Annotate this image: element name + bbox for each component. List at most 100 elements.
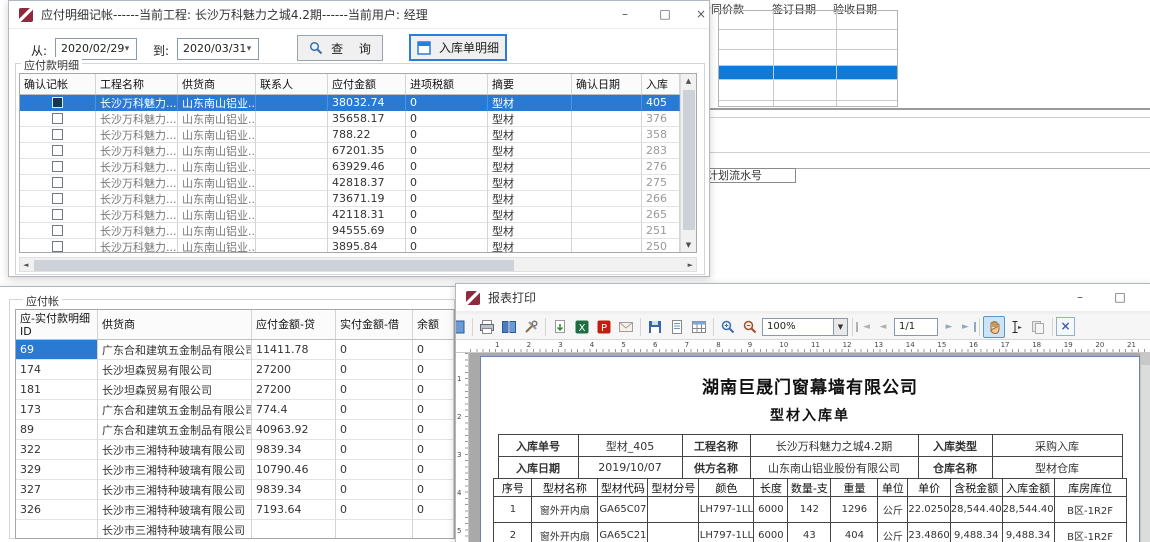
scroll-up-icon[interactable]: ▲ xyxy=(681,77,696,85)
ruler-number: 5 xyxy=(457,527,461,535)
table-row[interactable] xyxy=(719,11,897,30)
confirm-checkbox[interactable] xyxy=(52,113,63,124)
chevron-down-icon[interactable]: ▾ xyxy=(242,39,256,59)
grid-line xyxy=(773,11,774,106)
table-row[interactable]: 长沙市三湘特种玻璃有限公司 xyxy=(16,520,454,539)
table-row[interactable]: 长沙万科魅力...山东南山铝业...3895.840型材250 xyxy=(20,239,680,253)
table-row[interactable]: 长沙万科魅力...山东南山铝业...788.220型材358 xyxy=(20,127,680,143)
horizontal-scrollbar[interactable]: ◄ ► xyxy=(19,257,697,272)
print-icon[interactable] xyxy=(476,316,498,338)
query-button[interactable]: 查 询 xyxy=(297,35,383,61)
table-row[interactable]: 181长沙坦森贸易有限公司2720000 xyxy=(16,380,454,400)
export-icon[interactable] xyxy=(549,316,571,338)
confirm-checkbox[interactable] xyxy=(52,225,63,236)
confirm-checkbox[interactable] xyxy=(52,161,63,172)
table-row[interactable]: 322长沙市三湘特种玻璃有限公司9839.3400 xyxy=(16,440,454,460)
book-icon[interactable] xyxy=(498,316,520,338)
table-row-selected[interactable] xyxy=(719,66,897,80)
tax-cell: 0 xyxy=(406,191,488,207)
next-page-button[interactable]: ► xyxy=(940,322,958,332)
credit-cell: 9839.34 xyxy=(252,480,336,500)
close-button[interactable]: × xyxy=(1142,284,1150,312)
info-value: 型材仓库 xyxy=(992,457,1122,479)
maximize-button[interactable]: □ xyxy=(649,1,681,29)
column-header: 应付金额-贷 xyxy=(252,310,336,340)
scroll-down-icon[interactable]: ▼ xyxy=(681,241,696,249)
minimize-button[interactable]: – xyxy=(1064,284,1096,312)
table-row[interactable]: 326长沙市三湘特种玻璃有限公司7193.6400 xyxy=(16,500,454,520)
titlebar[interactable]: 报表打印 – □ × xyxy=(456,284,1150,312)
prev-page-button[interactable]: ◄ xyxy=(874,322,892,332)
scroll-left-icon[interactable]: ◄ xyxy=(23,261,28,269)
document-icon[interactable] xyxy=(666,316,688,338)
report-cell: 9,488.34 xyxy=(1002,523,1054,542)
table-row[interactable]: 长沙万科魅力...山东南山铝业...42818.370型材275 xyxy=(20,175,680,191)
contact-cell xyxy=(256,111,328,127)
ruler-number: 21 xyxy=(1127,341,1136,349)
preview-area[interactable]: 12345 湖南巨晟门窗幕墙有限公司 型材入库单 入库单号型材_405工程名称长… xyxy=(456,353,1150,542)
mail-export-icon[interactable] xyxy=(615,316,637,338)
report-cell: 9,488.34 xyxy=(950,523,1002,542)
hand-tool-button[interactable] xyxy=(983,316,1005,338)
close-button[interactable]: × xyxy=(685,1,717,29)
table-row[interactable]: 长沙万科魅力...山东南山铝业...42118.310型材265 xyxy=(20,207,680,223)
scrollbar-thumb[interactable] xyxy=(683,90,695,230)
table-row[interactable]: 长沙万科魅力...山东南山铝业...38032.740型材405 xyxy=(20,95,680,111)
table-row[interactable]: 长沙万科魅力...山东南山铝业...35658.170型材376 xyxy=(20,111,680,127)
report-cell: B区-1R2F xyxy=(1054,497,1126,523)
zoom-out-icon[interactable] xyxy=(739,316,761,338)
payable-grid-body: 长沙万科魅力...山东南山铝业...38032.740型材405长沙万科魅力..… xyxy=(20,95,696,253)
close-preview-button[interactable]: × xyxy=(1056,317,1075,336)
table-row[interactable] xyxy=(719,80,897,101)
page-number-box[interactable]: 1/1 xyxy=(894,318,938,336)
table-row[interactable]: 长沙万科魅力...山东南山铝业...63929.460型材276 xyxy=(20,159,680,175)
copy-pages-button[interactable] xyxy=(1027,316,1049,338)
grid-view-icon[interactable] xyxy=(688,316,710,338)
first-page-button[interactable]: ◄ xyxy=(856,322,874,332)
confirm-checkbox[interactable] xyxy=(52,97,63,108)
scrollbar-thumb[interactable] xyxy=(34,260,514,271)
scroll-right-icon[interactable]: ► xyxy=(688,261,693,269)
table-row[interactable] xyxy=(719,30,897,50)
text-select-tool-button[interactable] xyxy=(1005,316,1027,338)
chevron-down-icon[interactable]: ▾ xyxy=(120,39,134,59)
titlebar[interactable]: 应付明细记帐------当前工程: 长沙万科魅力之城4.2期------当前用户… xyxy=(9,1,709,29)
table-row[interactable]: 长沙万科魅力...山东南山铝业...94555.690型材251 xyxy=(20,223,680,239)
zoom-level-select[interactable]: 100% ▼ xyxy=(762,318,848,336)
dropdown-arrow-icon[interactable]: ▼ xyxy=(833,318,848,336)
table-row[interactable] xyxy=(719,50,897,66)
table-row[interactable]: 长沙万科魅力...山东南山铝业...67201.350型材283 xyxy=(20,143,680,159)
table-row[interactable]: 329长沙市三湘特种玻璃有限公司10790.4600 xyxy=(16,460,454,480)
confirm-checkbox[interactable] xyxy=(52,241,63,252)
vertical-scrollbar[interactable]: ▲ ▼ xyxy=(680,74,696,252)
design-icon[interactable] xyxy=(456,316,469,338)
preview-scrollbar[interactable] xyxy=(1140,353,1150,542)
save-icon[interactable] xyxy=(644,316,666,338)
table-row[interactable]: 327长沙市三湘特种玻璃有限公司9839.3400 xyxy=(16,480,454,500)
confirm-checkbox[interactable] xyxy=(52,145,63,156)
to-date-combo[interactable]: 2020/03/31 ▾ xyxy=(177,38,259,60)
minimize-button[interactable]: – xyxy=(609,1,641,29)
confirm-checkbox[interactable] xyxy=(52,129,63,140)
page-setup-icon[interactable] xyxy=(520,316,542,338)
table-row[interactable]: 长沙万科魅力...山东南山铝业...73671.190型材266 xyxy=(20,191,680,207)
report-main-head: 序号型材名称型材代码型材分号颜色长度数量-支重量单位单价含税金额入库金额库房库位 xyxy=(494,479,1126,497)
debit-cell: 0 xyxy=(336,460,413,480)
inbound-detail-button[interactable]: 入库单明细 xyxy=(409,34,507,61)
pdf-export-icon[interactable]: P xyxy=(593,316,615,338)
info-value: 型材_405 xyxy=(578,435,682,457)
zoom-in-icon[interactable] xyxy=(717,316,739,338)
last-page-button[interactable]: ► xyxy=(958,322,976,332)
summary-cell: 型材 xyxy=(488,207,572,223)
confirm-checkbox[interactable] xyxy=(52,209,63,220)
confirm-checkbox[interactable] xyxy=(52,193,63,204)
confirm-checkbox[interactable] xyxy=(52,177,63,188)
table-row[interactable]: 89广东合和建筑五金制品有限公司40963.9200 xyxy=(16,420,454,440)
table-row[interactable]: 174长沙坦森贸易有限公司2720000 xyxy=(16,360,454,380)
table-row[interactable] xyxy=(719,101,897,106)
excel-export-icon[interactable]: X xyxy=(571,316,593,338)
maximize-button[interactable]: □ xyxy=(1104,284,1136,312)
confirm-cell xyxy=(20,239,96,253)
table-row[interactable]: 173广东合和建筑五金制品有限公司774.400 xyxy=(16,400,454,420)
table-row[interactable]: 69广东合和建筑五金制品有限公司11411.7800 xyxy=(16,340,454,360)
